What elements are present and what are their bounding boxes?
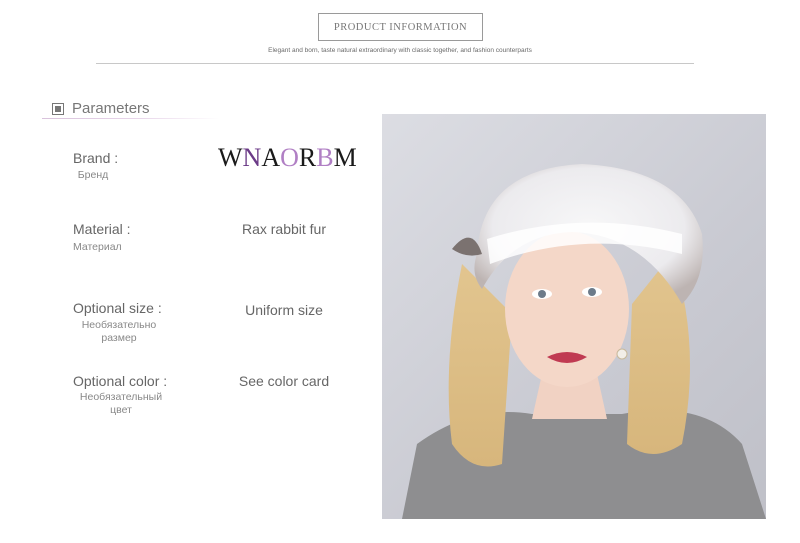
material-sublabel: Материал	[73, 241, 122, 253]
product-photo	[382, 114, 766, 519]
color-sublabel: Необязательный цвет	[79, 391, 163, 416]
product-information-header: PRODUCT INFORMATION	[318, 13, 483, 41]
brand-logo-letter: R	[298, 143, 317, 172]
color-value: See color card	[238, 373, 330, 389]
brand-logo-letter: W	[218, 143, 243, 172]
model-wearing-fur-beret-image	[402, 164, 766, 519]
header-title: PRODUCT INFORMATION	[333, 21, 468, 33]
material-label: Material :	[73, 221, 131, 237]
brand-logo-letter: A	[261, 143, 281, 172]
parameters-title: Parameters	[72, 100, 150, 117]
material-value: Rax rabbit fur	[241, 221, 327, 237]
square-bullet-icon	[52, 102, 64, 115]
header-divider	[96, 63, 694, 64]
brand-logo: W N A O R B M	[218, 143, 357, 173]
size-value: Uniform size	[245, 302, 323, 318]
tagline: Elegant and born, taste natural extraord…	[268, 47, 532, 54]
brand-logo-letter: O	[280, 143, 299, 172]
brand-sublabel: Бренд	[77, 169, 109, 181]
brand-logo-letter: B	[316, 143, 334, 172]
size-sublabel: Необязательно размер	[81, 319, 157, 344]
parameters-heading: Parameters	[52, 100, 150, 117]
brand-logo-letter: M	[333, 143, 357, 172]
color-label: Optional color :	[73, 373, 168, 389]
brand-label: Brand :	[73, 150, 119, 166]
size-label: Optional size :	[73, 300, 162, 316]
parameters-underline	[42, 118, 220, 119]
brand-logo-letter: N	[242, 143, 262, 172]
